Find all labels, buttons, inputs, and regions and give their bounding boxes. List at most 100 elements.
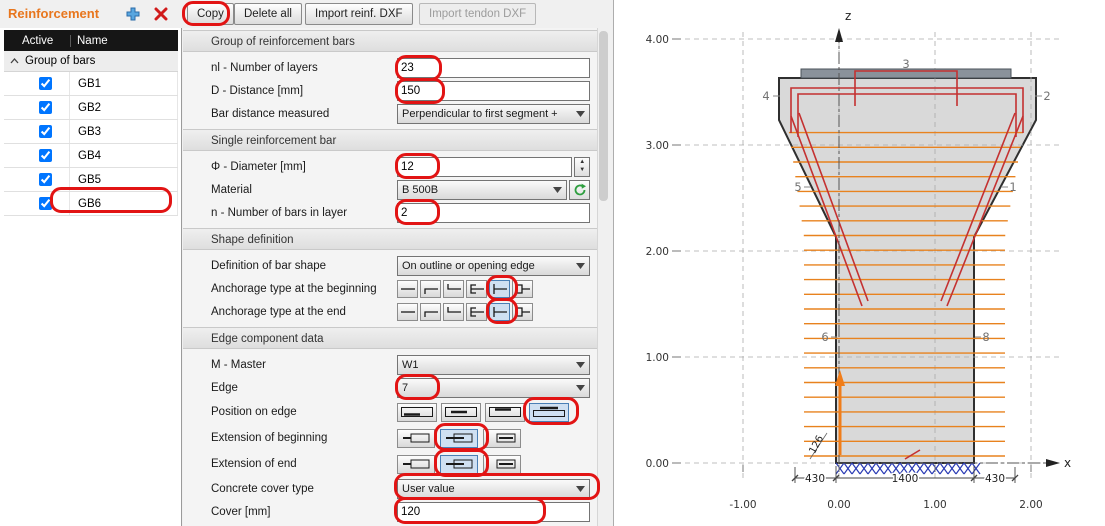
anchorage-begin-option-2[interactable] [420, 280, 441, 298]
load-value-label: 126 [807, 434, 826, 456]
section-group-of-bars: Group of reinforcement bars [183, 30, 597, 52]
column-outline [779, 78, 1036, 463]
delete-all-button[interactable]: Delete all [234, 3, 302, 25]
diameter-spinner[interactable]: ▲▼ [574, 157, 590, 177]
row-checkbox[interactable] [39, 101, 52, 114]
cover-type-label: Concrete cover type [211, 483, 397, 495]
property-panel: Group of reinforcement bars nl - Number … [183, 28, 597, 526]
column-header-active: Active [22, 35, 70, 47]
cover-input[interactable] [397, 502, 590, 522]
delete-button[interactable] [149, 3, 173, 24]
bar-shape-dropdown[interactable]: On outline or opening edge [397, 256, 590, 276]
row-name[interactable]: GB3 [70, 120, 178, 143]
section-edge-component: Edge component data [183, 327, 597, 349]
copy-button[interactable]: Copy [187, 3, 234, 25]
section-shape-definition: Shape definition [183, 228, 597, 250]
edge-dropdown[interactable]: 7 [397, 378, 590, 398]
extension-end-option-1[interactable] [397, 455, 435, 474]
row-name[interactable]: GB6 [70, 192, 178, 215]
anchorage-begin-option-4[interactable] [466, 280, 487, 298]
plus-icon [125, 6, 141, 22]
anchorage-end-option-2[interactable] [420, 303, 441, 321]
tree-header: Active Name [4, 30, 178, 51]
panel-title: Reinforcement [8, 6, 99, 21]
edge-number-6: 6 [821, 330, 828, 344]
collapse-caret-icon [10, 58, 19, 64]
tree-row-gb3[interactable]: GB3 [4, 120, 178, 144]
row-name[interactable]: GB4 [70, 144, 178, 167]
section-single-bar: Single reinforcement bar [183, 129, 597, 151]
extension-begin-option-2[interactable] [440, 429, 478, 448]
position-on-edge-option-3[interactable] [485, 403, 525, 422]
row-checkbox[interactable] [39, 125, 52, 138]
anchorage-end-option-6[interactable] [512, 303, 533, 321]
position-on-edge-option-1[interactable] [397, 403, 437, 422]
chevron-down-icon [549, 187, 562, 193]
diameter-input[interactable] [397, 157, 572, 177]
chevron-down-icon [572, 111, 585, 117]
tree-row-gb5[interactable]: GB5 [4, 168, 178, 192]
anchorage-begin-option-3[interactable] [443, 280, 464, 298]
import-tendon-dxf-button: Import tendon DXF [419, 3, 536, 25]
position-on-edge-option-2[interactable] [441, 403, 481, 422]
extension-end-option-3[interactable] [483, 455, 521, 474]
z-axis-label: z [845, 9, 851, 23]
anchorage-begin-option-1[interactable] [397, 280, 418, 298]
add-button[interactable] [121, 3, 145, 24]
extension-begin-option-3[interactable] [483, 429, 521, 448]
row-checkbox[interactable] [39, 149, 52, 162]
vertical-scrollbar[interactable] [597, 28, 609, 526]
tree-row-gb2[interactable]: GB2 [4, 96, 178, 120]
tree-row-gb1[interactable]: GB1 [4, 72, 178, 96]
row-name[interactable]: GB1 [70, 72, 178, 95]
diameter-label: Φ - Diameter [mm] [211, 161, 397, 173]
position-on-edge-option-4[interactable] [529, 403, 569, 422]
anchorage-begin-option-6[interactable] [512, 280, 533, 298]
master-label: M - Master [211, 359, 397, 371]
edge-number-8: 8 [982, 330, 989, 344]
cover-type-dropdown[interactable]: User value [397, 479, 590, 499]
master-dropdown[interactable]: W1 [397, 355, 590, 375]
chevron-down-icon [572, 362, 585, 368]
tree-row-gb6[interactable]: GB6 [4, 192, 178, 216]
bar-shape-label: Definition of bar shape [211, 260, 397, 272]
material-dropdown[interactable]: B 500B [397, 180, 567, 200]
refresh-icon [573, 183, 587, 197]
n-bars-input[interactable] [397, 203, 590, 223]
scrollbar-thumb[interactable] [599, 31, 608, 201]
row-checkbox[interactable] [39, 77, 52, 90]
tree-row-gb4[interactable]: GB4 [4, 144, 178, 168]
nl-input[interactable] [397, 58, 590, 78]
cover-label: Cover [mm] [211, 506, 397, 518]
anchorage-end-option-3[interactable] [443, 303, 464, 321]
extension-end-option-2[interactable] [440, 455, 478, 474]
reinforcement-list-panel: Active Name Group of bars GB1 GB2 GB3 [0, 28, 182, 526]
anchorage-end-option-1[interactable] [397, 303, 418, 321]
distance-input[interactable] [397, 81, 590, 101]
z-tick-0: 0.00 [646, 458, 669, 470]
position-on-edge-label: Position on edge [211, 406, 397, 418]
z-tick-1: 1.00 [646, 352, 669, 364]
app-window: Reinforcement Copy Delete all Import rei… [0, 0, 1105, 526]
extension-begin-label: Extension of beginning [211, 432, 397, 444]
red-x-icon [154, 7, 168, 21]
chevron-down-icon [572, 385, 585, 391]
anchorage-end-option-5[interactable] [489, 303, 510, 321]
tree-group-row[interactable]: Group of bars [4, 51, 178, 72]
bar-distance-dropdown[interactable]: Perpendicular to first segment + [397, 104, 590, 124]
row-name[interactable]: GB5 [70, 168, 178, 191]
anchorage-end-option-4[interactable] [466, 303, 487, 321]
drawing-canvas[interactable]: z x 126 430 1400 430 [613, 0, 1105, 526]
extension-begin-option-1[interactable] [397, 429, 435, 448]
x-tick-0: 0.00 [827, 499, 850, 511]
anchorage-begin-option-5[interactable] [489, 280, 510, 298]
import-reinf-dxf-button[interactable]: Import reinf. DXF [305, 3, 413, 25]
material-refresh-button[interactable] [569, 180, 590, 200]
row-checkbox[interactable] [39, 173, 52, 186]
row-name[interactable]: GB2 [70, 96, 178, 119]
column-header-name: Name [70, 35, 178, 47]
row-checkbox[interactable] [39, 197, 52, 210]
edge-number-2: 2 [1043, 89, 1050, 103]
n-bars-label: n - Number of bars in layer [211, 207, 397, 219]
x-tick-minus1: -1.00 [729, 499, 756, 511]
